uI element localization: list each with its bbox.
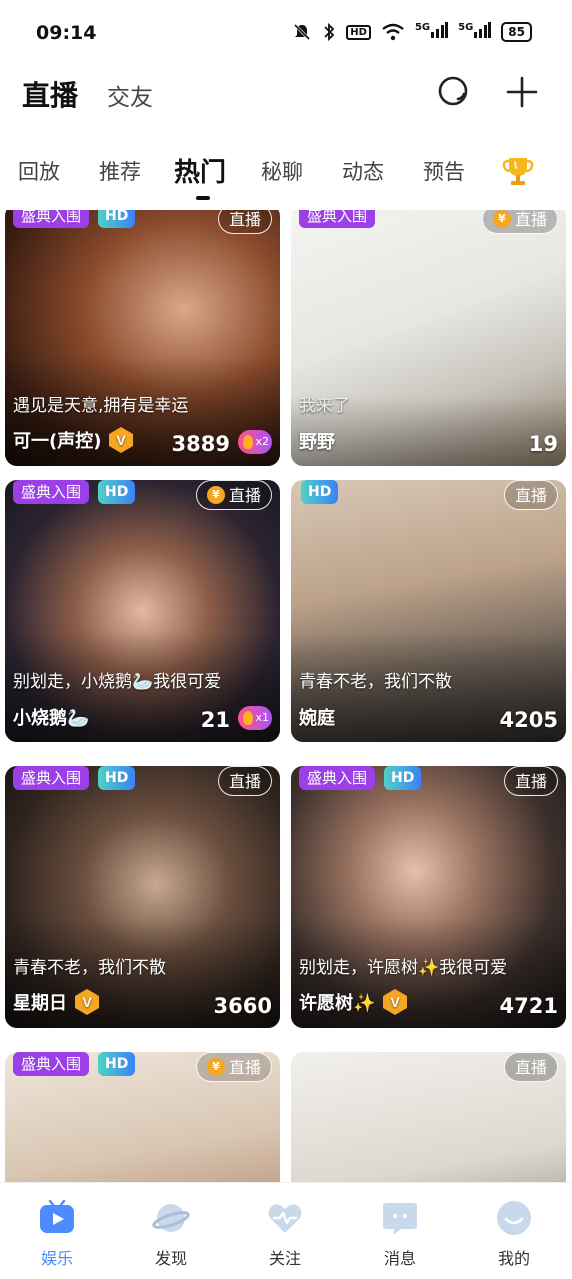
stream-card[interactable]: 盛典入围 ¥ 直播 我来了 野野 19 [291,210,566,466]
streamer-name: 婉庭 [299,708,335,729]
live-badge: ¥ 直播 [195,1052,272,1082]
tab-live[interactable]: 直播 [22,74,78,114]
stream-description: 别划走，小烧鹅🦢我很可爱 [13,672,222,692]
streamer-name: 可一(声控) V [13,426,135,454]
live-badge: ¥ 直播 [481,210,558,234]
coin-icon: ¥ [206,1058,225,1076]
viewer-count: 4721 [499,994,558,1018]
live-badge: 直播 [217,210,272,234]
tab-recommend[interactable]: 推荐 [99,156,141,186]
hd-badge: HD [384,766,422,790]
nav-item-entertainment[interactable]: 娱乐 [17,1183,97,1279]
stream-description: 青春不老，我们不散 [299,672,452,692]
search-icon[interactable] [436,74,472,110]
nav-label: 消息 [383,1249,416,1268]
streamer-name: 野野 [299,432,335,453]
viewer-count: 4205 [499,708,558,732]
hd-badge: HD [98,766,136,790]
mute-icon [294,23,311,41]
stream-card[interactable]: HD 直播 青春不老，我们不散 婉庭 4205 [291,480,566,742]
nav-label: 娱乐 [40,1249,73,1268]
hd-badge: HD [98,210,136,228]
fire-multiplier-badge: x1 [238,706,272,730]
hd-badge: HD [98,1052,136,1076]
chat-icon [383,1203,417,1235]
hd-icon: HD [346,24,371,40]
stream-card[interactable]: 盛典入围 HD 直播 别划走，许愿树✨我很可爱 许愿树✨ V 4721 [291,766,566,1028]
tab-moments[interactable]: 动态 [342,156,384,186]
hd-badge: HD [301,480,339,504]
ceremony-badge: 盛典入围 [299,766,376,790]
viewer-count: 19 [528,432,558,456]
viewer-count: 3889 [171,432,230,456]
stream-grid: 盛典入围 HD 直播 遇见是天意,拥有是幸运 可一(声控) V 3889 x2 … [0,210,572,1182]
viewer-count: 3660 [213,994,272,1018]
plus-icon[interactable] [504,74,540,110]
tab-friends[interactable]: 交友 [107,78,153,112]
streamer-name: 许愿树✨ V [299,988,409,1016]
coin-icon: ¥ [492,210,511,228]
live-badge: 直播 [503,766,558,796]
live-badge: 直播 [503,1052,558,1082]
nav-item-discover[interactable]: 发现 [131,1183,211,1279]
live-badge: 直播 [503,480,558,510]
active-tab-indicator [196,196,210,200]
bluetooth-icon [324,22,335,42]
nav-label: 发现 [154,1249,187,1268]
stream-card[interactable]: 盛典入围 HD ¥ 直播 别划走，小烧鹅🦢我很可爱 小烧鹅🦢 21 x1 [5,480,280,742]
signal-icon: 5G [458,22,492,42]
tv-icon [40,1199,74,1233]
stream-card[interactable]: 盛典入围 HD 直播 青春不老，我们不散 星期日 V 3660 [5,766,280,1028]
status-bar: 09:14 HD 5G 5G 85 [0,0,572,66]
stream-description: 遇见是天意,拥有是幸运 [13,396,189,416]
viewer-count: 21 [200,708,230,732]
nav-label: 我的 [497,1249,530,1268]
ceremony-badge: 盛典入围 [13,766,90,790]
stream-card[interactable]: 盛典入围 HD 直播 遇见是天意,拥有是幸运 可一(声控) V 3889 x2 [5,210,280,466]
planet-icon [152,1204,190,1232]
hd-badge: HD [98,480,136,504]
nav-item-messages[interactable]: 消息 [360,1183,440,1279]
ceremony-badge: 盛典入围 [13,210,90,228]
nav-label: 关注 [268,1249,301,1268]
verified-v-icon: V [75,989,99,1015]
stream-card[interactable]: 盛典入围 HD ¥ 直播 [5,1052,280,1182]
svg-text:V: V [117,432,127,448]
tab-private-chat[interactable]: 秘聊 [261,156,303,186]
stream-description: 我来了 [299,396,350,416]
ceremony-badge: 盛典入围 [13,480,90,504]
stream-description: 青春不老，我们不散 [13,958,166,978]
status-time: 09:14 [36,22,97,44]
bottom-nav: 娱乐 发现 关注 消息 我的 [0,1182,572,1279]
streamer-name: 小烧鹅🦢 [13,708,90,729]
ceremony-badge: 盛典入围 [299,210,376,228]
streamer-name: 星期日 V [13,988,101,1016]
status-icons: HD 5G 5G 85 [292,22,532,42]
tab-preview[interactable]: 预告 [423,156,465,186]
nav-item-follow[interactable]: 关注 [245,1183,325,1279]
tab-replay[interactable]: 回放 [18,156,60,186]
signal-icon: 5G [415,22,449,42]
profile-icon [497,1201,531,1235]
coin-icon: ¥ [206,486,225,504]
nav-item-profile[interactable]: 我的 [474,1183,554,1279]
battery-icon: 85 [501,22,532,42]
verified-v-icon: V [383,989,408,1015]
live-badge: ¥ 直播 [195,480,272,510]
stream-card[interactable]: 直播 [291,1052,566,1182]
stream-description: 别划走，许愿树✨我很可爱 [299,958,508,978]
category-tabs: 回放 推荐 热门 秘聊 动态 预告 [0,146,572,202]
fire-multiplier-badge: x2 [238,430,272,454]
wifi-icon [382,23,404,41]
live-badge: 直播 [217,766,272,796]
ceremony-badge: 盛典入围 [13,1052,90,1076]
top-header: 直播 交友 [0,66,572,122]
heart-pulse-icon [268,1204,302,1233]
tab-hot[interactable]: 热门 [174,152,226,189]
verified-v-icon: V [109,427,134,453]
svg-text:V: V [391,994,401,1010]
trophy-icon[interactable] [500,154,536,190]
svg-text:V: V [82,994,92,1010]
